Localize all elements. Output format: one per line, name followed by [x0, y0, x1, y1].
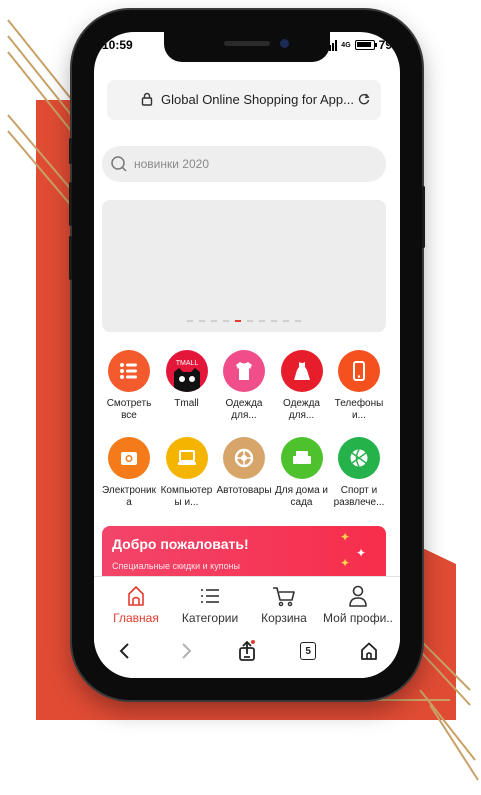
category-computers[interactable]: Компьютеры и... — [160, 437, 214, 522]
phone-screen: 10:59 4G 79 Global Online Shopping for A… — [94, 32, 400, 678]
promo-banner-carousel[interactable] — [102, 200, 386, 332]
category-label: Автотовары — [216, 485, 272, 496]
tab-home[interactable]: Главная — [100, 577, 172, 630]
tab-profile[interactable]: Мой профи.. — [322, 577, 394, 630]
carousel-dot — [223, 320, 229, 322]
wheel-icon — [223, 437, 265, 479]
category-electronics[interactable]: Электроника — [102, 437, 156, 522]
sparkle-icon: ✦ — [356, 546, 367, 560]
category-view-all[interactable]: Смотреть все — [102, 350, 156, 435]
battery-level: 79 — [378, 38, 392, 52]
welcome-subtitle: Специальные скидки и купоны — [112, 561, 241, 571]
category-grid: Смотреть все TMALL Tmall Одежда для... О… — [102, 350, 386, 524]
home-button[interactable] — [354, 636, 384, 666]
share-button[interactable] — [232, 636, 262, 666]
category-sports[interactable]: Спорт и развлече... — [332, 437, 386, 522]
category-label: Смотреть все — [106, 398, 152, 421]
page-title: Global Online Shopping for App... — [161, 92, 354, 107]
phone-volume-up — [69, 182, 72, 226]
category-label: Электроника — [102, 485, 156, 508]
home-icon — [128, 586, 144, 606]
lock-icon — [141, 92, 153, 106]
address-bar[interactable]: Global Online Shopping for App... — [107, 80, 381, 120]
phone-icon — [338, 350, 380, 392]
sofa-icon — [280, 437, 323, 479]
notification-dot — [250, 640, 255, 644]
category-label: Для дома и сада — [275, 485, 328, 508]
svg-text:TMALL: TMALL — [175, 360, 198, 367]
category-women-clothing[interactable]: Одежда для... — [217, 350, 271, 435]
welcome-title: Добро пожаловать! — [112, 536, 249, 552]
category-label: Одежда для... — [225, 398, 263, 421]
category-tmall[interactable]: TMALL Tmall — [160, 350, 214, 435]
laptop-icon — [165, 437, 208, 479]
sparkle-icon: ✦ — [340, 530, 351, 544]
status-time: 10:59 — [102, 38, 133, 52]
category-label: Одежда для... — [283, 398, 320, 421]
search-icon — [111, 156, 127, 172]
carousel-dot — [247, 320, 253, 322]
category-phones[interactable]: Телефоны и... — [332, 350, 386, 435]
carousel-dot — [211, 320, 217, 322]
search-placeholder: новинки 2020 — [134, 157, 209, 171]
tabs-count: 5 — [300, 642, 317, 660]
back-button[interactable] — [110, 636, 140, 666]
carousel-dot — [199, 320, 205, 322]
dress-icon — [280, 350, 323, 392]
profile-icon — [349, 585, 367, 607]
category-label: Телефоны и... — [334, 398, 384, 421]
browser-nav-bar: 5 — [94, 630, 400, 678]
house-icon — [361, 642, 378, 660]
category-home-garden[interactable]: Для дома и сада — [275, 437, 329, 522]
reload-icon[interactable] — [357, 92, 371, 106]
carousel-indicator — [102, 320, 386, 322]
carousel-dot — [283, 320, 289, 322]
camera-icon — [108, 437, 150, 479]
status-icons: 4G 79 — [326, 38, 392, 52]
categories-icon — [201, 589, 219, 603]
tab-cart[interactable]: Корзина — [248, 577, 320, 630]
tab-label: Корзина — [261, 611, 307, 625]
tab-categories[interactable]: Категории — [174, 577, 246, 630]
forward-button[interactable] — [171, 636, 201, 666]
carousel-dot — [259, 320, 265, 322]
phone-power-button — [422, 186, 425, 248]
phone-frame: 10:59 4G 79 Global Online Shopping for A… — [69, 10, 425, 700]
carousel-dot-active — [235, 320, 241, 322]
category-label: Компьютеры и... — [160, 485, 213, 508]
carousel-dot — [271, 320, 277, 322]
tab-label: Категории — [181, 611, 239, 625]
tabs-button[interactable]: 5 — [293, 636, 323, 666]
phone-volume-down — [69, 236, 72, 280]
category-auto[interactable]: Автотовары — [216, 437, 272, 522]
sparkle-icon: ✦ — [340, 556, 351, 570]
speaker — [224, 41, 270, 46]
notch — [164, 32, 330, 62]
tab-label: Мой профи.. — [323, 611, 393, 625]
battery-icon — [354, 40, 377, 50]
cart-icon — [273, 587, 295, 607]
phone-side-button — [69, 138, 72, 164]
carousel-dot — [187, 320, 193, 322]
app-tab-bar: Главная Категории Корзина Мой профи.. — [94, 576, 400, 630]
tab-label: Главная — [113, 611, 159, 625]
basketball-icon — [338, 437, 380, 479]
chevron-right-icon — [182, 643, 192, 659]
category-label: Спорт и развлече... — [333, 485, 385, 508]
chevron-left-icon — [119, 643, 129, 659]
category-label: Tmall — [174, 398, 199, 409]
search-bar[interactable]: новинки 2020 — [102, 146, 386, 182]
tmall-cat-icon: TMALL — [165, 350, 208, 392]
category-dresses[interactable]: Одежда для... — [275, 350, 329, 435]
network-type: 4G — [341, 41, 351, 49]
carousel-dot — [295, 320, 301, 322]
front-camera — [280, 39, 289, 48]
list-icon — [108, 350, 150, 392]
promo-stage: 10:59 4G 79 Global Online Shopping for A… — [0, 0, 481, 795]
tshirt-icon — [223, 350, 265, 392]
